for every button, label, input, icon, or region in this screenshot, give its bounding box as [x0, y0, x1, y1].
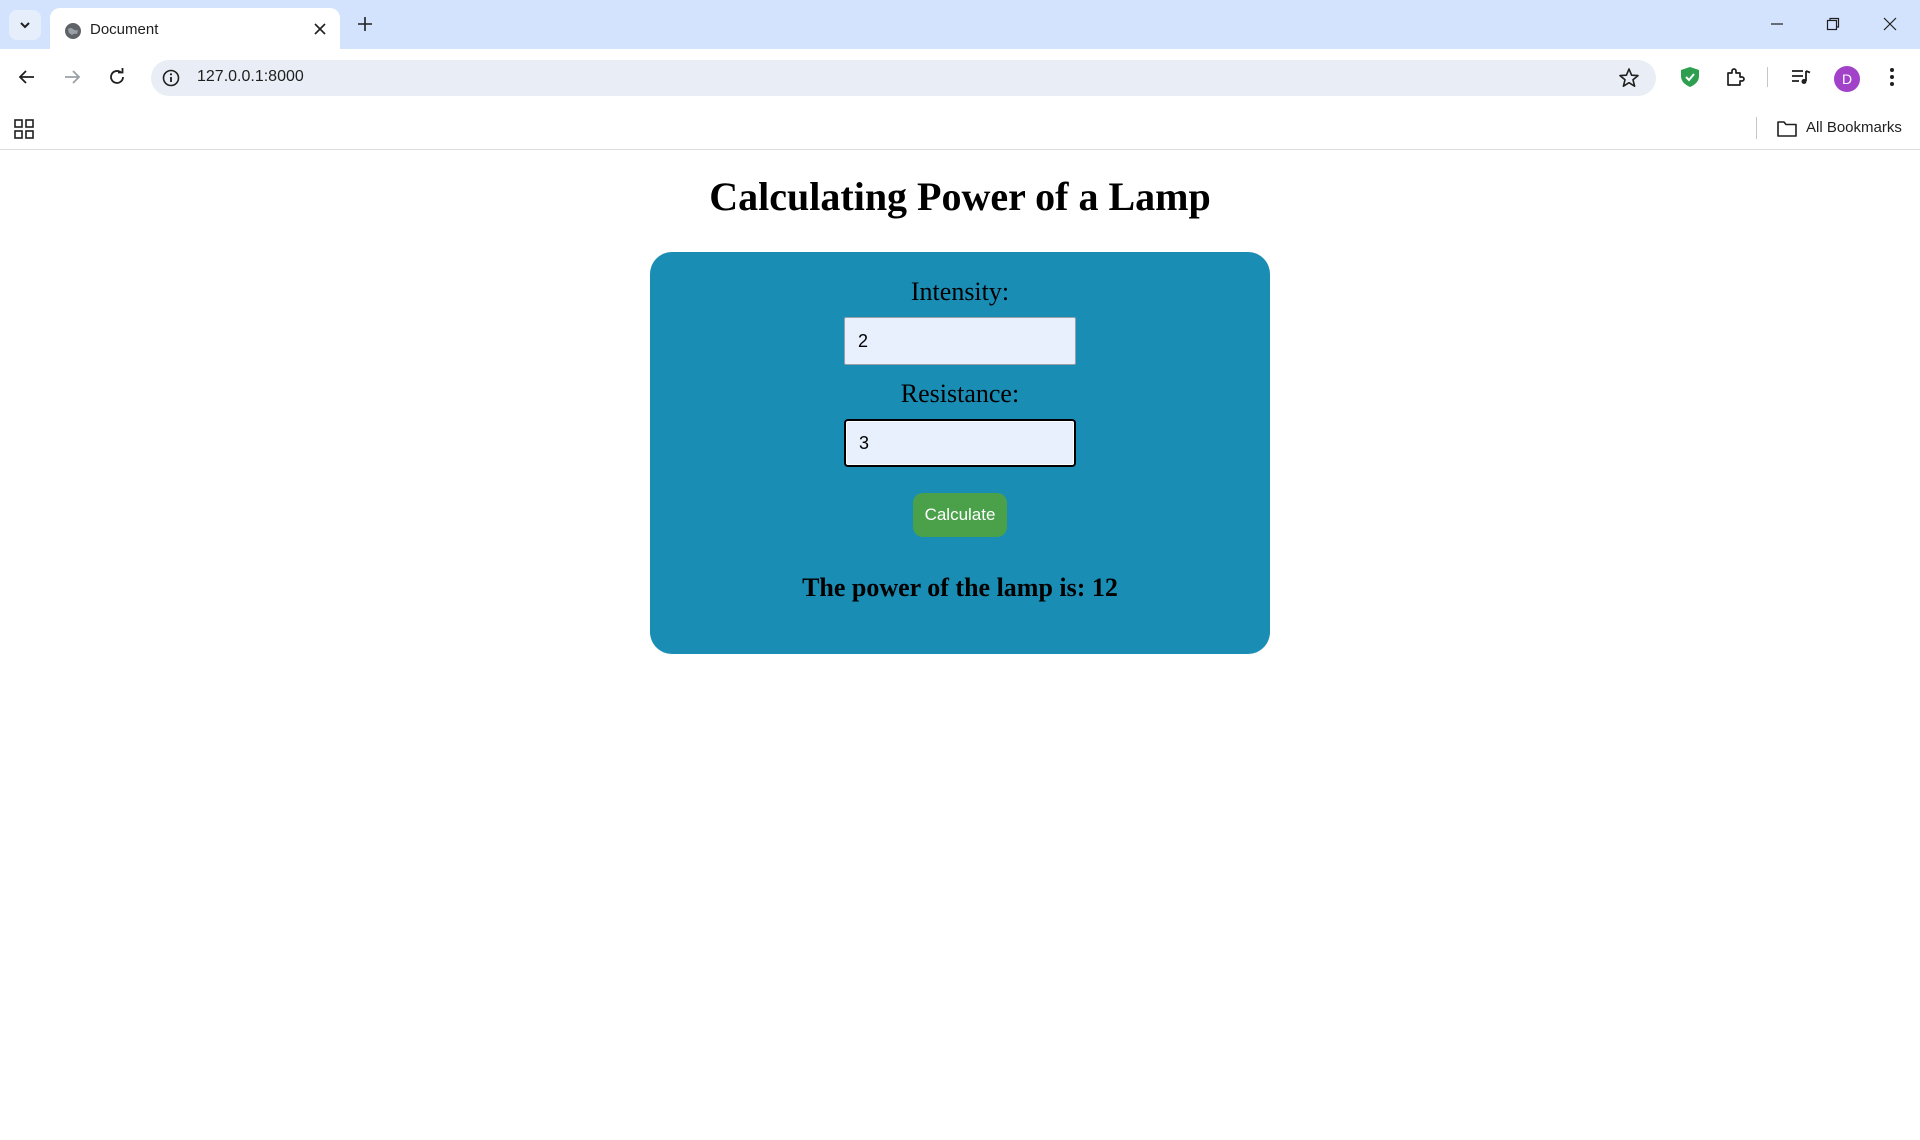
browser-toolbar: 127.0.0.1:8000 [0, 49, 1920, 107]
forward-button[interactable] [55, 60, 89, 94]
bookmarks-divider [1756, 117, 1757, 139]
back-icon [18, 70, 34, 84]
bookmarks-bar: All Bookmarks [0, 107, 1920, 150]
apps-icon[interactable] [13, 118, 35, 140]
info-icon[interactable] [161, 68, 181, 88]
restore-button[interactable] [1811, 8, 1855, 40]
all-bookmarks-link[interactable]: All Bookmarks [1806, 119, 1902, 136]
intensity-input[interactable] [844, 317, 1076, 365]
shield-extension-button[interactable] [1674, 61, 1706, 93]
calculator-card: Intensity: Resistance: Calculate The pow… [650, 252, 1270, 654]
browser-menu-button[interactable] [1876, 61, 1908, 93]
profile-avatar[interactable]: D [1834, 66, 1860, 92]
minimize-icon [1771, 23, 1783, 25]
back-button[interactable] [10, 60, 44, 94]
resistance-label: Resistance: [900, 379, 1020, 408]
menu-icon [1890, 68, 1894, 86]
resistance-input[interactable] [844, 419, 1076, 467]
active-tab[interactable]: Document [50, 8, 340, 49]
result-text: The power of the lamp is: 12 [802, 573, 1118, 602]
calculate-button[interactable]: Calculate [913, 493, 1007, 537]
window-close-icon [1883, 17, 1897, 31]
folder-icon [1777, 121, 1797, 137]
address-bar[interactable]: 127.0.0.1:8000 [151, 60, 1656, 96]
page-title: Calculating Power of a Lamp [709, 174, 1211, 219]
close-icon [314, 23, 326, 35]
tab-search-icon [20, 22, 30, 29]
url-text: 127.0.0.1:8000 [197, 68, 304, 85]
extensions-button[interactable] [1719, 61, 1751, 93]
shield-icon [1681, 67, 1699, 87]
tab-search-button[interactable] [9, 10, 41, 40]
tab-strip: Document [0, 0, 1920, 49]
extensions-icon [1727, 68, 1745, 86]
plus-icon [358, 17, 372, 31]
globe-icon [65, 23, 81, 39]
window-close-button[interactable] [1868, 8, 1912, 40]
minimize-button[interactable] [1755, 8, 1799, 40]
media-icon [1792, 70, 1811, 84]
tab-title: Document [90, 21, 159, 38]
reload-button[interactable] [100, 60, 134, 94]
forward-icon [65, 70, 81, 84]
new-tab-button[interactable] [353, 12, 377, 36]
restore-icon [1826, 17, 1840, 31]
star-icon[interactable] [1618, 67, 1640, 89]
tab-close-button[interactable] [310, 19, 330, 39]
intensity-label: Intensity: [910, 277, 1010, 306]
media-control-button[interactable] [1785, 61, 1817, 93]
toolbar-divider [1767, 67, 1768, 87]
reload-icon [110, 68, 124, 84]
